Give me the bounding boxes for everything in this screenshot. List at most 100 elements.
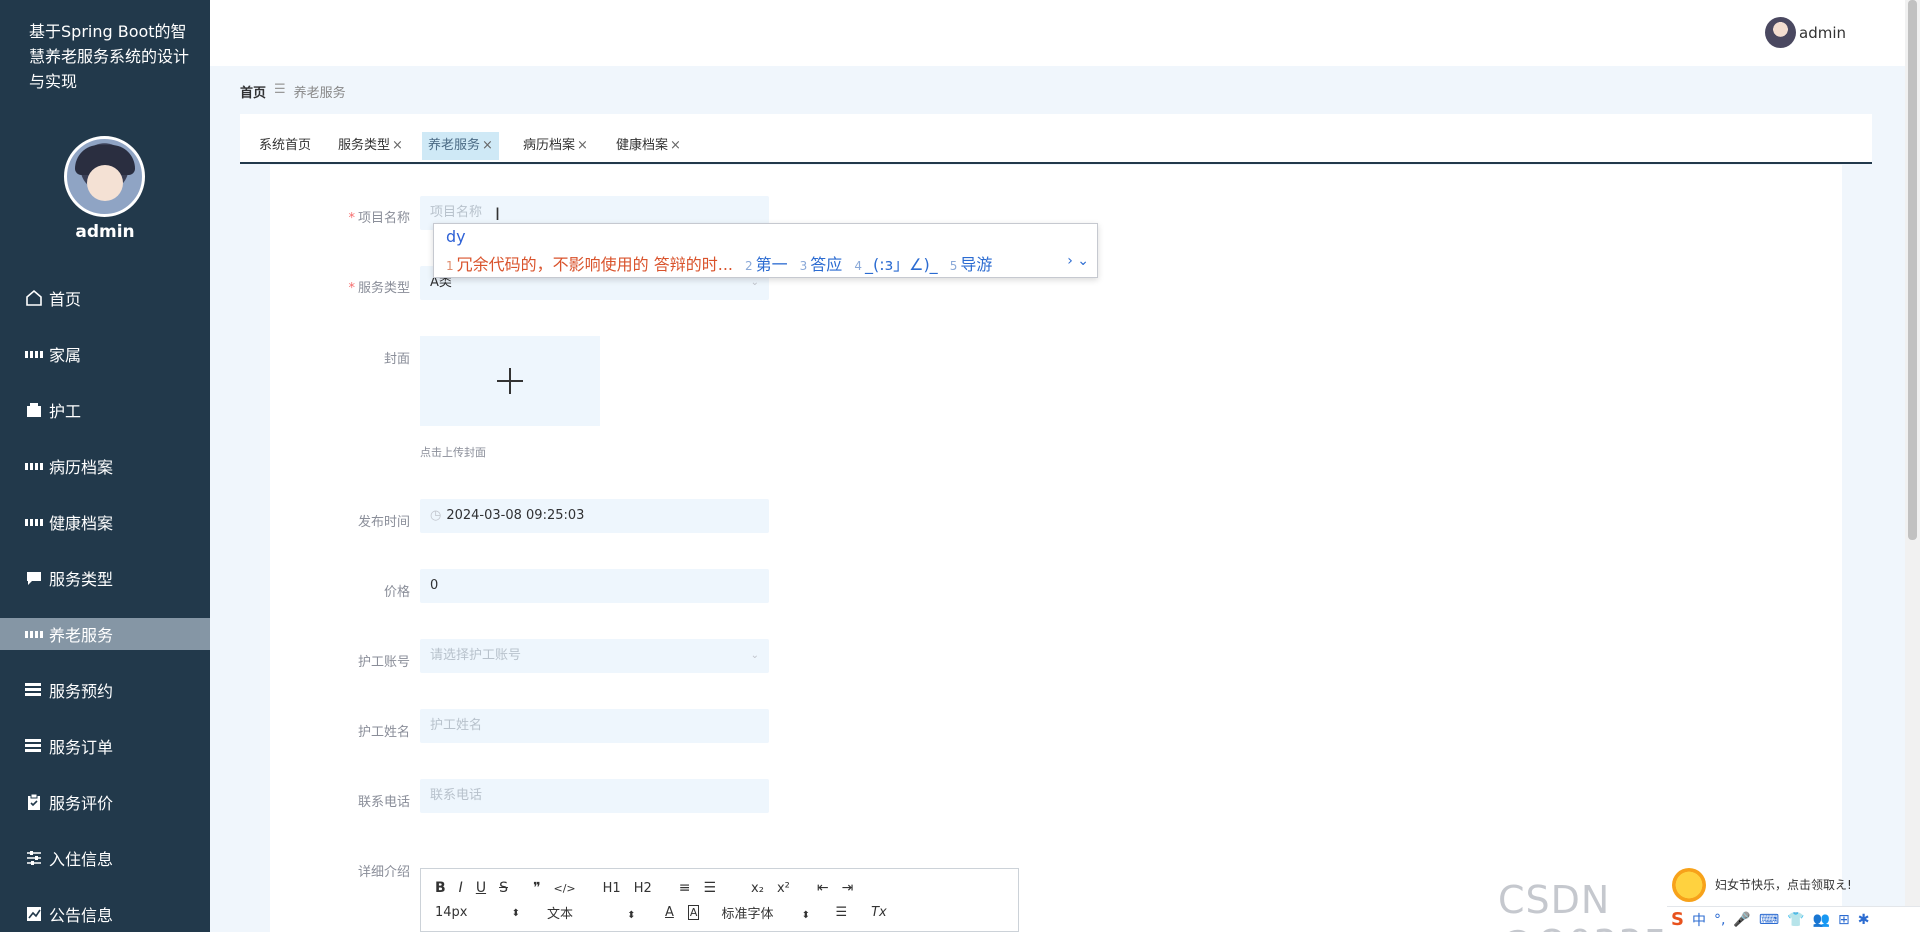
cover-upload-hint: 点击上传封面: [420, 446, 486, 459]
grid-icon: [25, 345, 43, 363]
cover-upload[interactable]: [420, 336, 600, 426]
indent-icon[interactable]: ⇥: [842, 880, 854, 896]
font-size-select[interactable]: 14px ⬍: [435, 905, 525, 920]
nurse-account-select[interactable]: 请选择护工账号 ⌄: [420, 639, 769, 673]
keyboard-icon[interactable]: ⌨: [1759, 912, 1779, 928]
sidebar-item-orders[interactable]: 服务订单: [0, 718, 210, 774]
phone-label: 联系电话: [357, 795, 410, 810]
tab-label: 服务类型: [338, 138, 391, 153]
ime-candidate[interactable]: 1 冗余代码的，不影响使用的 答辩的时...: [446, 251, 733, 275]
ime-candidate[interactable]: 3 答应: [800, 251, 843, 275]
apps-icon[interactable]: ⊞: [1838, 912, 1850, 928]
nurse-account-placeholder: 请选择护工账号: [430, 648, 522, 663]
project-name-placeholder: 项目名称: [430, 205, 483, 220]
close-icon[interactable]: ×: [577, 138, 588, 153]
skin-icon[interactable]: 👕: [1787, 912, 1804, 928]
breadcrumb: 首页 ☰ 养老服务: [240, 82, 346, 101]
rich-text-editor[interactable]: B I U S ❞ </> H1 H2 ≡ ☰ x₂ x² ⇤ ⇥ 14px ⬍…: [420, 868, 1019, 932]
chevron-down-icon: ⌄: [750, 650, 759, 661]
sidebar-item-elderly-service[interactable]: 养老服务: [0, 618, 210, 650]
font-family-select[interactable]: 标准字体 ⬍: [721, 903, 831, 922]
tab-elderly-service[interactable]: 养老服务 ×: [422, 132, 499, 160]
ime-candidates: 1 冗余代码的，不影响使用的 答辩的时... 2 第一 3 答应 4 _(:з」∠)_ …: [446, 251, 1004, 275]
avatar[interactable]: [1765, 17, 1796, 48]
tab-label: 病历档案: [523, 138, 576, 153]
ime-next-page-icon[interactable]: › ⌄: [1067, 253, 1089, 269]
ime-candidate[interactable]: 5 导游: [950, 251, 993, 275]
editor-toolbar-row1: B I U S ❞ </> H1 H2 ≡ ☰ x₂ x² ⇤ ⇥: [435, 880, 853, 896]
sogou-logo-icon[interactable]: S: [1671, 909, 1684, 930]
sidebar-item-health-records[interactable]: 健康档案: [0, 494, 210, 550]
home-icon: [25, 289, 43, 307]
punctuation-icon[interactable]: °,: [1714, 912, 1725, 928]
nurse-name-input[interactable]: 护工姓名: [420, 709, 769, 743]
scrollbar-thumb[interactable]: [1908, 0, 1917, 540]
publish-time-picker[interactable]: ◷ 2024-03-08 09:25:03: [420, 499, 769, 533]
sidebar-username: admin: [75, 222, 135, 242]
close-icon[interactable]: ×: [392, 138, 403, 153]
users-icon[interactable]: 👥: [1813, 912, 1830, 928]
tab-system-home[interactable]: 系统首页: [253, 132, 317, 160]
project-name-label: * 项目名称: [348, 211, 410, 226]
grid-icon: [25, 513, 43, 531]
price-input[interactable]: 0: [420, 569, 769, 603]
bold-button[interactable]: B: [435, 880, 446, 896]
italic-button[interactable]: I: [459, 880, 463, 896]
sidebar-item-home[interactable]: 首页: [0, 270, 210, 326]
background-color-icon[interactable]: A: [687, 905, 700, 920]
breadcrumb-separator-icon: ☰: [274, 82, 286, 97]
sidebar-item-label: 家属: [49, 346, 82, 365]
ime-candidate[interactable]: 2 第一: [745, 251, 788, 275]
app-title: 基于Spring Boot的智慧养老服务系统的设计与实现: [29, 22, 190, 91]
sidebar-item-booking[interactable]: 服务预约: [0, 662, 210, 718]
breadcrumb-home[interactable]: 首页: [240, 82, 266, 101]
header-username[interactable]: admin: [1799, 24, 1846, 42]
close-icon[interactable]: ×: [482, 138, 493, 153]
outdent-icon[interactable]: ⇤: [817, 880, 829, 896]
font-color-icon[interactable]: A: [665, 905, 674, 920]
sidebar-item-family[interactable]: 家属: [0, 326, 210, 382]
sidebar-item-label: 服务评价: [49, 794, 114, 813]
sidebar-item-reviews[interactable]: 服务评价: [0, 774, 210, 830]
sidebar-menu: 首页 家属 护工 病历档案 健康档案 服务类型 养老服务 服务预约 服务订单 服…: [0, 270, 210, 932]
tab-health-records[interactable]: 健康档案 ×: [610, 132, 687, 160]
phone-input[interactable]: 联系电话: [420, 779, 769, 813]
clear-format-icon[interactable]: Tx: [871, 905, 887, 920]
scrollbar[interactable]: [1905, 0, 1920, 932]
text-type-select[interactable]: 文本 ⬍: [547, 903, 657, 922]
nurse-account-label: 护工账号: [357, 655, 410, 670]
price-label: 价格: [383, 585, 410, 600]
nurse-name-label: 护工姓名: [357, 725, 410, 740]
tab-bar: 系统首页 服务类型 × 养老服务 × 病历档案 × 健康档案 ×: [240, 114, 1872, 164]
sidebar-item-label: 服务预约: [49, 682, 114, 701]
ime-mode-chinese[interactable]: 中: [1692, 910, 1706, 930]
publish-time-label: 发布时间: [357, 515, 410, 530]
close-icon[interactable]: ×: [670, 138, 681, 153]
strike-button[interactable]: S: [499, 880, 508, 896]
h2-button[interactable]: H2: [634, 881, 652, 896]
bullet-list-icon[interactable]: ☰: [703, 880, 716, 896]
sidebar-item-nurse[interactable]: 护工: [0, 382, 210, 438]
superscript-button[interactable]: x²: [777, 881, 790, 896]
sidebar-item-checkin[interactable]: 入住信息: [0, 830, 210, 886]
sidebar: 基于Spring Boot的智慧养老服务系统的设计与实现 admin 首页 家属…: [0, 0, 210, 932]
code-icon[interactable]: </>: [554, 882, 576, 895]
sidebar-item-medical-records[interactable]: 病历档案: [0, 438, 210, 494]
sidebar-avatar: [64, 136, 145, 217]
microphone-icon[interactable]: 🎤: [1733, 912, 1750, 928]
sidebar-item-service-type[interactable]: 服务类型: [0, 550, 210, 606]
h1-button[interactable]: H1: [603, 881, 621, 896]
publish-time-value: 2024-03-08 09:25:03: [446, 508, 585, 523]
ime-candidate[interactable]: 4 _(:з」∠)_: [854, 251, 937, 275]
underline-button[interactable]: U: [476, 880, 486, 896]
subscript-button[interactable]: x₂: [751, 881, 764, 896]
ime-status-bar: S 中 °, 🎤 ⌨ 👕 👥 ⊞ ✱: [1667, 906, 1920, 932]
align-icon[interactable]: ☰: [835, 905, 847, 920]
settings-icon[interactable]: ✱: [1858, 912, 1870, 928]
sidebar-item-notices[interactable]: 公告信息: [0, 886, 210, 932]
ordered-list-icon[interactable]: ≡: [679, 880, 691, 896]
tab-medical-records[interactable]: 病历档案 ×: [517, 132, 594, 160]
quote-icon[interactable]: ❞: [533, 880, 541, 896]
sidebar-item-label: 首页: [49, 290, 82, 309]
tab-service-type[interactable]: 服务类型 ×: [332, 132, 409, 160]
